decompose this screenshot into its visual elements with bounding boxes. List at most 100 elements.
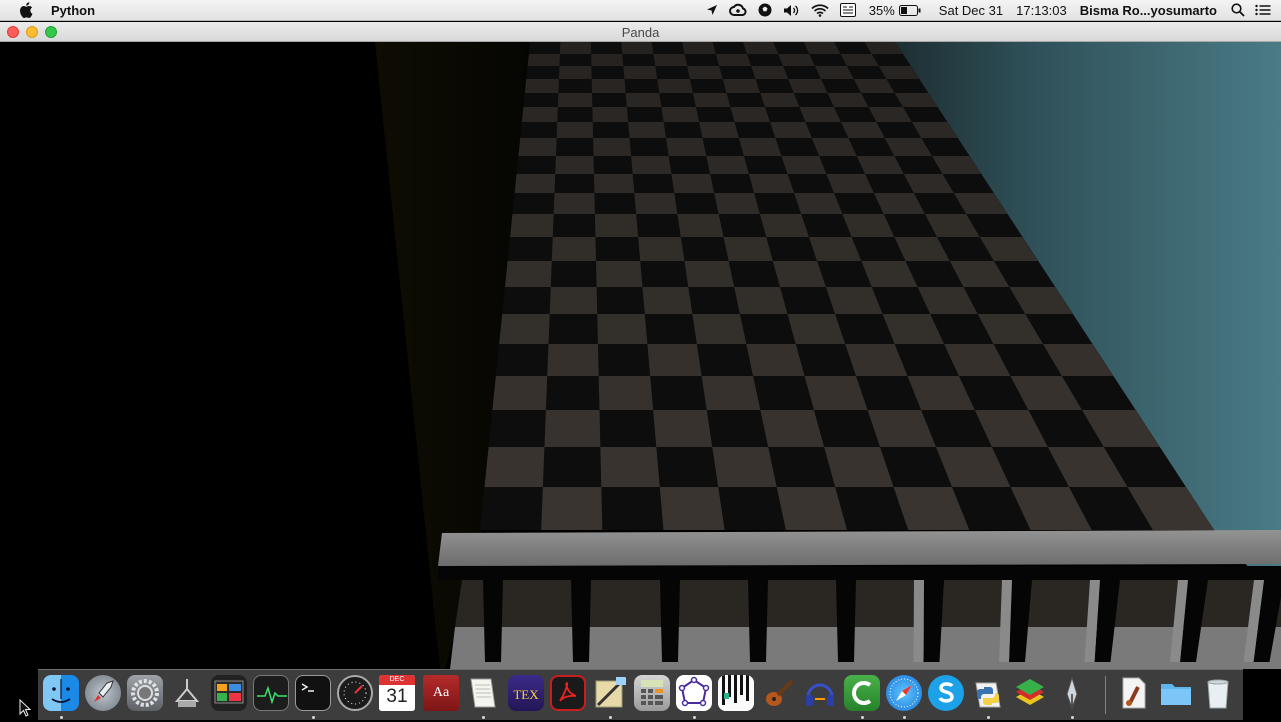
panda3d-viewport[interactable]	[0, 42, 1281, 669]
dictionary-icon[interactable]: Aa	[423, 675, 459, 711]
camtasia-icon[interactable]	[844, 675, 880, 711]
floor-tile	[510, 214, 554, 237]
floor-tile	[657, 79, 693, 93]
adobe-acrobat-icon[interactable]	[550, 675, 586, 711]
skype-icon[interactable]	[928, 675, 964, 711]
floor-tile	[746, 344, 804, 376]
floor-tile	[592, 79, 626, 93]
floor-tile	[528, 54, 560, 66]
baluster	[571, 580, 591, 662]
floor-tile	[515, 174, 556, 193]
battery-percent[interactable]: 35%	[869, 3, 895, 18]
floor-tile	[554, 193, 595, 214]
3d-scene	[0, 42, 1281, 669]
textedit-icon[interactable]	[465, 675, 501, 711]
floor-tile	[677, 214, 723, 237]
floor-tile	[751, 66, 788, 79]
headphones-icon[interactable]	[802, 675, 838, 711]
finder-icon[interactable]	[43, 675, 79, 711]
floor-tile	[596, 261, 642, 287]
floor-tile	[621, 42, 653, 54]
dictionary-glyph: Aa	[433, 685, 449, 700]
terminal-icon[interactable]	[295, 675, 331, 711]
floor-tile	[492, 376, 547, 410]
trash-icon[interactable]	[1200, 675, 1236, 711]
piano-icon[interactable]	[718, 675, 754, 711]
floor-tile	[634, 193, 677, 214]
wifi-icon[interactable]	[811, 4, 829, 17]
running-indicator	[693, 716, 696, 719]
floor-tile	[778, 54, 815, 66]
floor-tile	[631, 156, 671, 174]
clock-date[interactable]: Sat Dec 31	[939, 3, 1003, 18]
inkscape-icon[interactable]	[1054, 675, 1090, 711]
floor-tile	[743, 42, 778, 54]
mouse-cursor-icon	[19, 699, 31, 722]
baluster	[836, 580, 856, 662]
system-preferences-icon[interactable]	[127, 675, 163, 711]
menu-bar: Python 35% Sat Dec 31 17:13:03 Bisma Ro.…	[0, 0, 1281, 21]
battery-icon[interactable]	[899, 5, 921, 16]
floor-tile	[787, 314, 845, 344]
preview-icon[interactable]	[592, 675, 628, 711]
floor-tile	[782, 156, 827, 174]
floor-tile	[724, 237, 773, 261]
mission-control-icon[interactable]	[211, 675, 247, 711]
floor-tile	[559, 66, 592, 79]
garageband-icon[interactable]	[760, 675, 796, 711]
floor-tile	[661, 107, 699, 122]
floor-tile	[699, 122, 739, 138]
floor-tile	[794, 193, 842, 214]
bluestacks-icon[interactable]	[1012, 675, 1048, 711]
calendar-icon[interactable]: DEC 31	[379, 675, 415, 711]
baluster	[660, 580, 680, 662]
floor-tile	[626, 93, 662, 107]
disk-utility-icon[interactable]	[337, 675, 373, 711]
launchpad-icon[interactable]	[85, 675, 121, 711]
floor-tile	[547, 344, 598, 376]
spotlight-search-icon[interactable]	[1231, 3, 1245, 17]
floor-tile	[484, 447, 544, 487]
floor-tile	[642, 287, 692, 314]
floor-tile	[760, 93, 799, 107]
keychain-access-icon[interactable]	[169, 675, 205, 711]
floor-tile	[541, 487, 602, 530]
apple-icon[interactable]	[19, 2, 33, 18]
floor-tile	[749, 174, 794, 193]
texshop-icon[interactable]: TEX	[508, 675, 544, 711]
script-document-icon[interactable]	[1116, 675, 1152, 711]
safari-icon[interactable]	[886, 675, 922, 711]
notification-center-icon[interactable]	[1255, 4, 1271, 16]
floor-tile	[799, 107, 840, 122]
window-title: Panda	[0, 25, 1281, 40]
volume-icon[interactable]	[783, 4, 800, 17]
calculator-icon[interactable]	[634, 675, 670, 711]
running-indicator	[987, 716, 990, 719]
baluster-side	[914, 580, 925, 662]
floor-tile	[653, 410, 712, 447]
app-menu-python[interactable]: Python	[51, 3, 95, 18]
floor-tile	[687, 66, 723, 79]
baluster	[748, 580, 768, 662]
activity-monitor-icon[interactable]	[253, 675, 289, 711]
creative-cloud-icon[interactable]	[729, 3, 747, 17]
floor-tile	[550, 287, 598, 314]
graph-icon[interactable]	[676, 675, 712, 711]
railing-top	[438, 530, 1281, 566]
soccer-ball-icon[interactable]	[758, 3, 772, 17]
keyboard-input-icon[interactable]	[840, 3, 856, 17]
location-arrow-icon[interactable]	[706, 4, 718, 16]
floor-tile	[499, 314, 550, 344]
calendar-month: DEC	[379, 675, 415, 685]
floor-tile	[716, 54, 751, 66]
user-account-menu[interactable]: Bisma Ro...yosumarto	[1080, 3, 1217, 18]
floor-tile	[594, 174, 634, 193]
floor-tile	[557, 122, 593, 138]
window-title-bar[interactable]: Panda	[0, 22, 1281, 42]
clock-time[interactable]: 17:13:03	[1016, 3, 1067, 18]
folder-icon[interactable]	[1158, 675, 1194, 711]
floor-tile	[660, 487, 725, 530]
floor-tile	[599, 376, 653, 410]
floor-tile	[593, 138, 631, 156]
python-launcher-icon[interactable]	[970, 675, 1006, 711]
